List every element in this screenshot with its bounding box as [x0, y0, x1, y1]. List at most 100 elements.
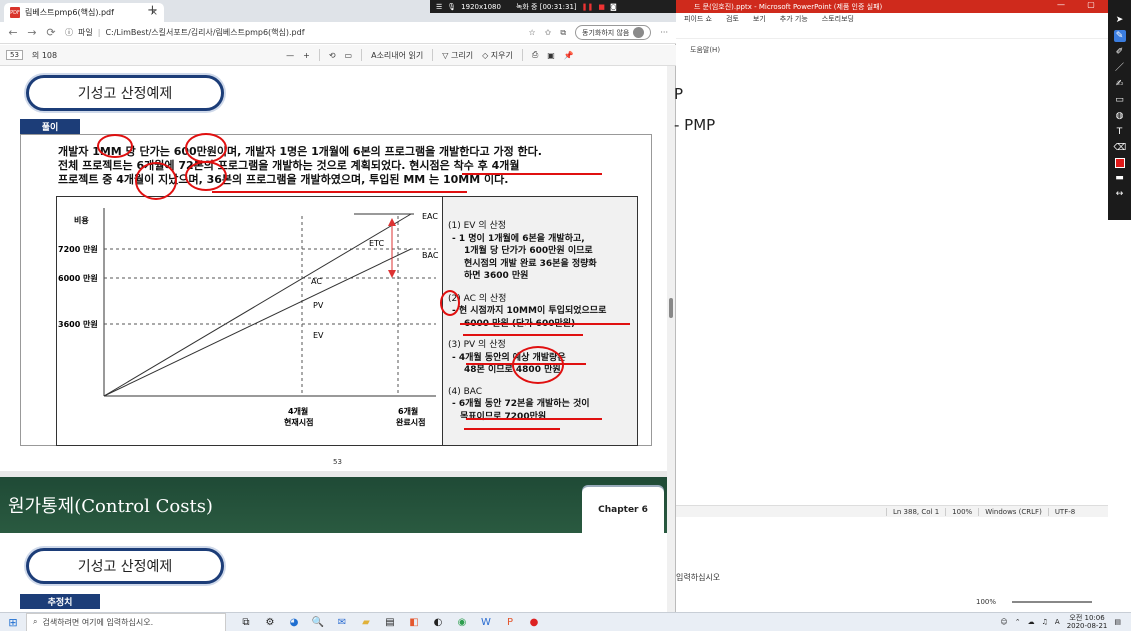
text-icon[interactable]: T: [1114, 126, 1126, 138]
menu-help[interactable]: 도움말(H): [690, 45, 720, 55]
favorite-icon[interactable]: ☆: [528, 28, 535, 37]
highlighter-icon[interactable]: ✐: [1114, 46, 1126, 58]
avatar: [633, 27, 645, 38]
system-tray: ☺ ⌃ ☁ ♫ A 오전 10:06 2020-08-21 ▤: [1000, 614, 1131, 630]
page-number-input[interactable]: 53: [6, 50, 23, 60]
input-language[interactable]: A: [1055, 618, 1060, 626]
annotation-underline: [463, 334, 583, 336]
camera-icon[interactable]: ◙: [610, 3, 617, 11]
collections-icon[interactable]: ✩: [545, 28, 552, 37]
section-title-54: 기성고 산정예제: [26, 548, 224, 584]
stop-icon[interactable]: ■: [598, 3, 605, 11]
section-title: 기성고 산정예제: [26, 75, 224, 111]
back-icon[interactable]: ←: [8, 26, 18, 39]
ppt-zoom-level[interactable]: 100%: [976, 598, 996, 606]
clock[interactable]: 오전 10:06 2020-08-21: [1067, 614, 1108, 630]
new-tab-button[interactable]: +: [147, 3, 158, 19]
record-icon[interactable]: ●: [522, 617, 546, 628]
rectangle-icon[interactable]: ▭: [1114, 94, 1126, 106]
annotation-underline: [466, 418, 602, 420]
scroll-thumb[interactable]: [669, 298, 673, 318]
annotation-circle: [135, 162, 177, 200]
pin-icon[interactable]: 📌: [564, 51, 574, 60]
volume-icon[interactable]: ♫: [1042, 618, 1048, 626]
address-bar: ← → ⟳ ⓘ 파일 | C:/LimBest/스킬서포트/김리사/림베스트pm…: [0, 22, 676, 44]
network-icon[interactable]: ☁: [1028, 618, 1035, 626]
rotate-icon[interactable]: ⟲: [329, 51, 336, 60]
recording-bar: ☰ 🎙 1920x1080 녹화 중 [00:31:31] ❚❚ ■ ◙: [430, 0, 676, 13]
menu-view[interactable]: 보기: [753, 14, 766, 26]
url-text: C:/LimBest/스킬서포트/김리사/림베스트pmp6(핵심).pdf: [105, 28, 305, 37]
pointer-icon[interactable]: ➤: [1114, 14, 1126, 26]
more-icon[interactable]: ···: [660, 28, 668, 37]
notes-prompt[interactable]: 입력하십시오: [676, 572, 720, 583]
eraser-icon[interactable]: ⌫: [1114, 142, 1127, 154]
annotation-circle: [97, 134, 133, 158]
thickness-icon[interactable]: ▬: [1114, 172, 1126, 184]
task-view-icon[interactable]: ⧉: [234, 617, 258, 628]
evm-chart: 비용 7200 만원 6000 만원 3600 만원 EAC ETC BAC A…: [58, 208, 439, 427]
notification-icon[interactable]: ▤: [1114, 618, 1121, 626]
save-icon[interactable]: ▣: [547, 51, 555, 60]
menu-icon[interactable]: ☰: [436, 3, 442, 11]
fit-page-icon[interactable]: ▭: [345, 51, 353, 60]
store-icon[interactable]: ▤: [378, 617, 402, 628]
app-icon[interactable]: ◐: [426, 617, 450, 628]
menu-review[interactable]: 검토: [726, 14, 739, 26]
search-app-icon[interactable]: 🔍: [306, 617, 330, 628]
url-field[interactable]: ⓘ 파일 | C:/LimBest/스킬서포트/김리사/림베스트pmp6(핵심)…: [65, 27, 305, 38]
folder-icon[interactable]: ▰: [354, 617, 378, 628]
people-icon[interactable]: ☺: [1000, 618, 1007, 626]
status-zoom: 100%: [945, 507, 978, 516]
search-placeholder: 검색하려면 여기에 입력하십시오.: [42, 617, 154, 627]
print-icon[interactable]: ⎙: [532, 50, 538, 60]
fill-icon[interactable]: ◍: [1114, 110, 1126, 122]
powerpoint-window: 드 문(임호진).pptx - Microsoft PowerPoint (제품…: [674, 0, 1131, 612]
refresh-icon[interactable]: ⟳: [46, 26, 56, 39]
x-label-4month: 4개월: [288, 406, 308, 416]
x-label-complete: 완료시점: [396, 417, 425, 427]
word-icon[interactable]: W: [474, 617, 498, 628]
notepad-text-line-1[interactable]: P: [674, 85, 683, 103]
pen-icon[interactable]: ✎: [1113, 30, 1126, 42]
zoom-slider[interactable]: [1012, 601, 1092, 603]
menu-storyboarding[interactable]: 스토리보딩: [822, 14, 854, 26]
annotation-circle: [185, 133, 227, 163]
menu-slideshow[interactable]: 피이드 쇼: [684, 14, 712, 26]
chevron-up-icon[interactable]: ⌃: [1015, 618, 1021, 626]
office-icon[interactable]: ◧: [402, 617, 426, 628]
read-aloud-button[interactable]: A소리내어 읽기: [371, 50, 423, 61]
tab-pdf[interactable]: PDF 림베스트pmp6(핵심).pdf ×: [4, 3, 164, 22]
ev-line-2: 1개월 당 단가가 600만원 이므로: [464, 246, 593, 256]
pause-icon[interactable]: ❚❚: [582, 3, 594, 11]
zoom-in-button[interactable]: +: [303, 51, 310, 60]
forward-icon[interactable]: →: [27, 26, 37, 39]
vertical-scrollbar[interactable]: [667, 66, 675, 612]
bac-line: [103, 248, 412, 397]
annotation-underline: [212, 191, 467, 193]
maximize-icon[interactable]: ▢: [1076, 0, 1106, 13]
pen-toolbar: ➤ ✎ ✐ ／ ✍ ▭ ◍ T ⌫ ▬ ↔: [1108, 0, 1131, 220]
pdf-viewer[interactable]: 기성고 산정예제 풀이 개발자 1MM 당 단가는 600만원이며, 개발자 1…: [0, 66, 672, 612]
taskbar-search[interactable]: ⌕ 검색하려면 여기에 입력하십시오.: [26, 612, 226, 631]
zoom-out-button[interactable]: —: [286, 51, 294, 60]
erase-button[interactable]: ◇ 지우기: [482, 50, 513, 61]
powerpoint-icon[interactable]: P: [498, 617, 522, 628]
line-icon[interactable]: ／: [1114, 62, 1126, 74]
notepad-text-line-2[interactable]: - PMP: [674, 116, 715, 134]
expand-icon[interactable]: ↔: [1114, 188, 1126, 200]
minimize-icon[interactable]: —: [1046, 0, 1076, 13]
brush-icon[interactable]: ✍: [1114, 78, 1126, 90]
chrome-icon[interactable]: ◉: [450, 617, 474, 628]
mail-icon[interactable]: ✉: [330, 617, 354, 628]
edge-icon[interactable]: ◕: [282, 617, 306, 628]
solution-label: 풀이: [20, 119, 80, 134]
menu-addins[interactable]: 추가 기능: [780, 14, 808, 26]
color-swatch-red[interactable]: [1114, 158, 1125, 168]
taskbar: ⊞ ⌕ 검색하려면 여기에 입력하십시오. ⧉ ⚙ ◕ 🔍 ✉ ▰ ▤ ◧ ◐ …: [0, 612, 1131, 631]
start-icon[interactable]: ⊞: [0, 616, 26, 629]
share-icon[interactable]: ⧉: [560, 28, 566, 38]
sync-button[interactable]: 동기화하지 않음: [575, 25, 652, 40]
settings-icon[interactable]: ⚙: [258, 617, 282, 628]
draw-button[interactable]: ▽ 그리기: [442, 50, 473, 61]
